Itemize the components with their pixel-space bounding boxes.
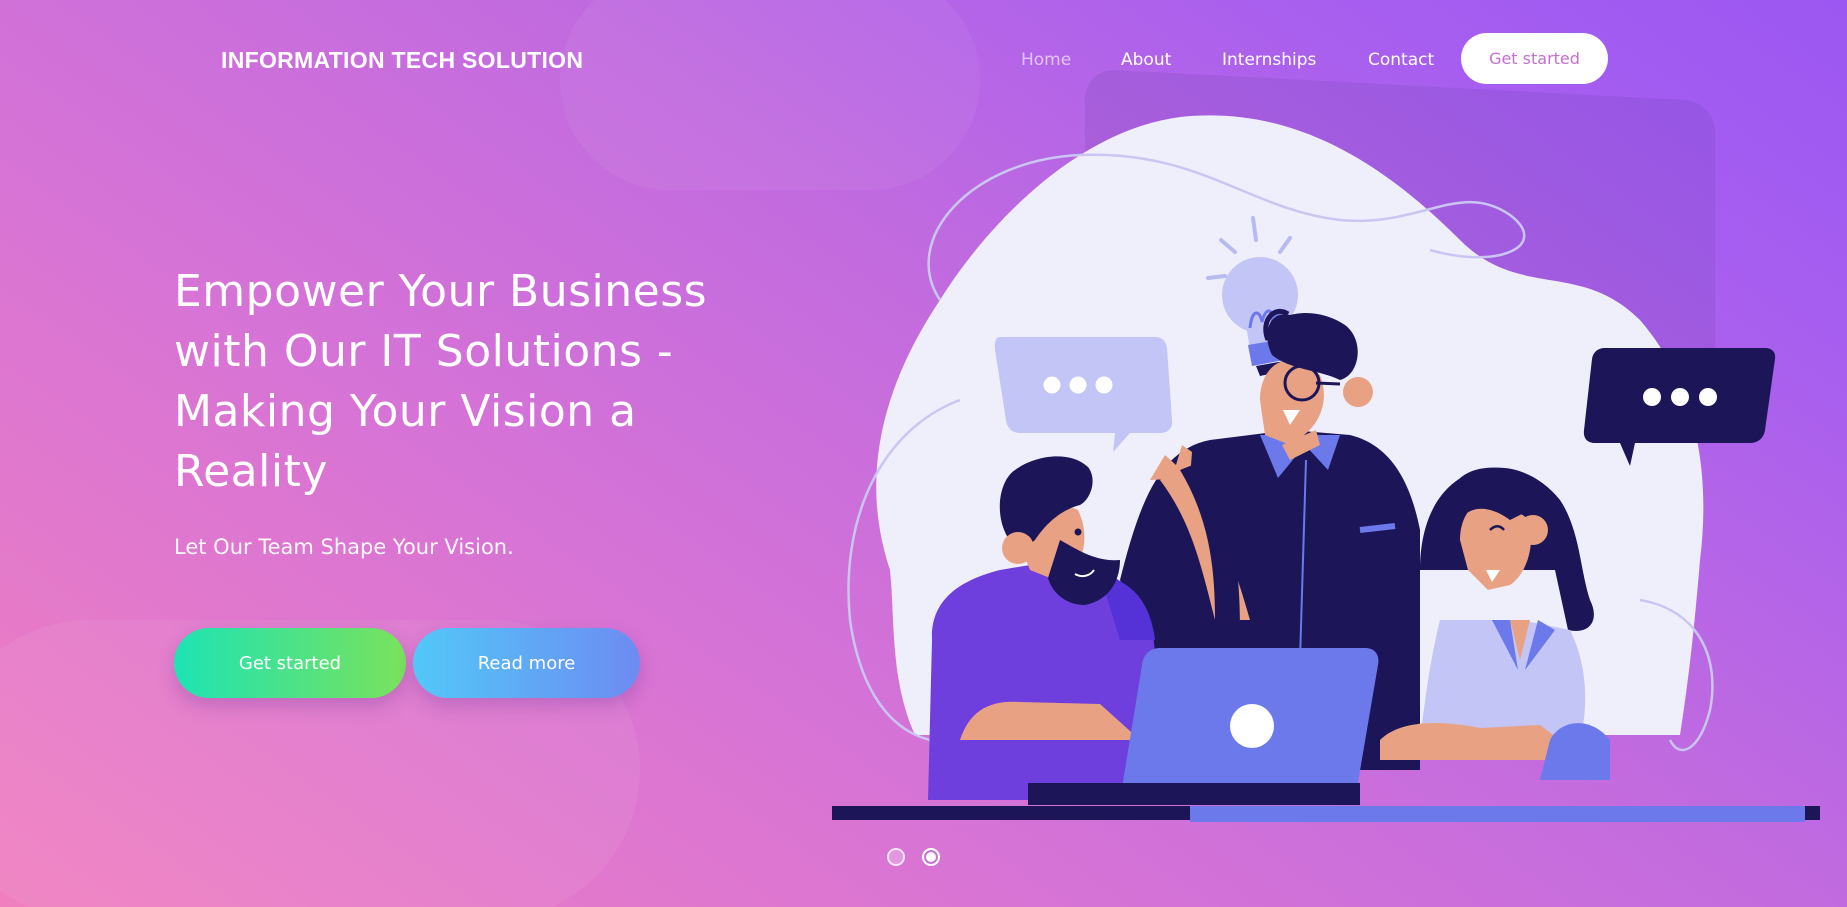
nav-link-about[interactable]: About <box>1121 50 1171 70</box>
nav-link-home[interactable]: Home <box>1021 50 1071 70</box>
get-started-button[interactable]: Get started <box>174 628 406 698</box>
nav-link-internships[interactable]: Internships <box>1222 50 1316 70</box>
desk <box>1190 806 1805 822</box>
header-get-started-button[interactable]: Get started <box>1461 33 1608 84</box>
hero-title: Empower Your Business with Our IT Soluti… <box>174 266 708 497</box>
carousel-dot-2-active[interactable] <box>922 848 940 866</box>
hero-subtitle: Let Our Team Shape Your Vision. <box>174 535 514 559</box>
nav-link-contact[interactable]: Contact <box>1368 50 1434 70</box>
carousel-dot-1[interactable] <box>887 848 905 866</box>
read-more-button[interactable]: Read more <box>413 628 640 698</box>
team-meeting-illustration <box>832 115 1820 822</box>
brand-logo-text[interactable]: INFORMATION TECH SOLUTION <box>221 47 583 74</box>
hero-page: INFORMATION TECH SOLUTION Home About Int… <box>0 0 1847 907</box>
